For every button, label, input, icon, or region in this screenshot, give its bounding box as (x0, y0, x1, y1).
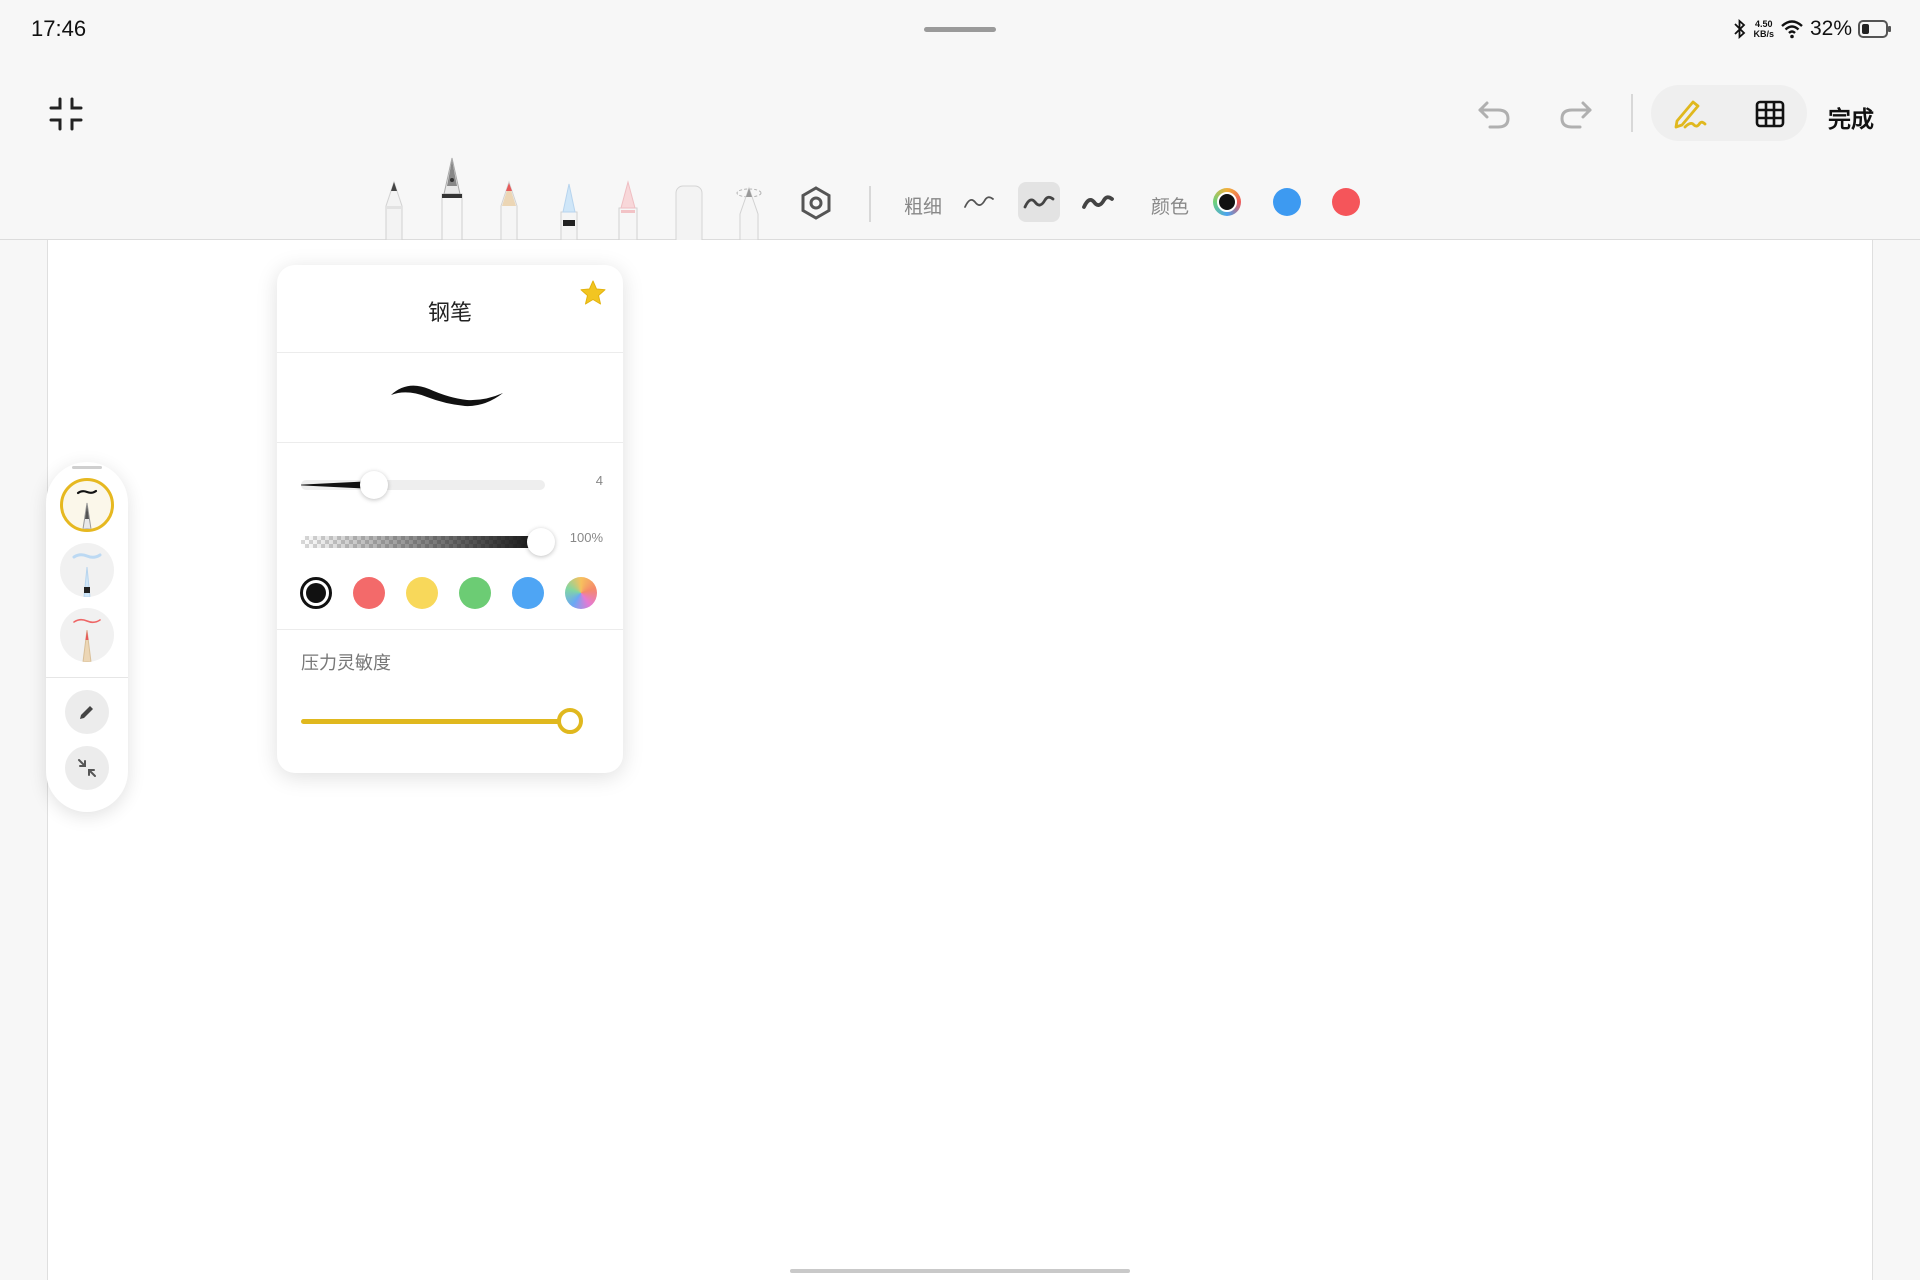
stroke-preview (391, 385, 503, 407)
battery-percent: 32% (1809, 17, 1852, 40)
done-button[interactable]: 完成 (1828, 100, 1874, 134)
edit-pencil-icon (80, 706, 93, 719)
battery-icon (1858, 20, 1891, 38)
toolbar-bottom-border (0, 239, 1920, 240)
side-fountain-pen-button[interactable] (60, 478, 114, 532)
size-value: 4 (595, 473, 603, 488)
status-time: 17:46 (31, 16, 87, 41)
stroke-thin-icon (964, 196, 994, 208)
network-speed-unit: KB/s (1753, 29, 1774, 39)
pressure-slider-knob[interactable] (557, 708, 583, 734)
side-marker-button[interactable] (60, 543, 114, 597)
marker-tool[interactable] (558, 182, 580, 240)
quick-color-blue[interactable] (1273, 188, 1301, 216)
popup-separator (277, 442, 623, 443)
ballpoint-pen-tool[interactable] (383, 180, 405, 240)
color-label: 颜色 (1151, 197, 1190, 218)
hexagon-settings-icon (801, 186, 831, 220)
star-icon (580, 280, 606, 305)
collapse-icon (49, 97, 83, 131)
pencil-icon (73, 618, 101, 662)
stroke-thick-icon (1082, 195, 1114, 209)
side-shrink-button[interactable] (65, 746, 109, 790)
battery-level (1862, 24, 1870, 34)
pressure-sensitivity-label: 压力灵敏度 (301, 653, 391, 673)
swatch-blue[interactable] (512, 577, 544, 609)
fountain-pen-tool[interactable] (438, 156, 466, 240)
swatch-red[interactable] (353, 577, 385, 609)
home-indicator[interactable] (790, 1269, 1130, 1273)
popup-separator (277, 629, 623, 630)
redo-icon (1560, 101, 1592, 129)
undo-icon (1478, 101, 1510, 129)
opacity-value: 100% (569, 530, 603, 545)
side-panel-divider (46, 677, 128, 678)
highlighter-tool[interactable] (616, 180, 640, 240)
side-panel-handle[interactable] (72, 466, 102, 469)
lasso-tool[interactable] (734, 184, 764, 240)
status-icons: 4.50 KB/s 32% (1733, 15, 1891, 43)
pressure-sensitivity-slider[interactable] (301, 705, 585, 737)
shrink-arrows-icon (78, 759, 96, 777)
toolbar-divider (869, 186, 871, 222)
side-pencil-button[interactable] (60, 608, 114, 662)
grid-icon (1755, 100, 1785, 128)
bluetooth-icon (1734, 19, 1746, 39)
swatch-green[interactable] (459, 577, 491, 609)
quick-color-black[interactable] (1213, 188, 1241, 216)
quick-color-red[interactable] (1332, 188, 1360, 216)
swatch-yellow[interactable] (406, 577, 438, 609)
stroke-medium-icon (1023, 195, 1055, 209)
popup-separator (277, 352, 623, 353)
handwriting-pen-icon (1674, 100, 1707, 129)
wifi-icon (1781, 20, 1803, 39)
popup-title: 钢笔 (427, 300, 472, 325)
network-speed-value: 4.50 (1754, 19, 1773, 29)
fountain-pen-icon (76, 489, 98, 529)
stroke-medium-button[interactable] (1018, 182, 1060, 222)
stroke-thin-button[interactable] (958, 182, 1000, 222)
pen-settings-popup: 钢笔 4 100% 压力灵敏度 (277, 265, 623, 773)
swatch-black[interactable] (300, 577, 332, 609)
pressure-slider-track (301, 719, 561, 724)
eraser-tool[interactable] (674, 184, 704, 240)
grid-mode-button[interactable] (1744, 88, 1796, 140)
header-divider (1631, 94, 1633, 132)
marker-icon (72, 553, 102, 597)
side-edit-button[interactable] (65, 690, 109, 734)
opacity-slider[interactable] (301, 526, 555, 556)
stroke-thick-button[interactable] (1077, 182, 1119, 222)
thickness-label: 粗细 (904, 197, 943, 218)
opacity-slider-track (301, 536, 541, 548)
side-pen-panel (46, 462, 128, 812)
redo-button[interactable] (1550, 88, 1602, 140)
network-speed: 4.50 KB/s (1753, 19, 1774, 39)
favorite-button[interactable] (579, 279, 607, 307)
size-slider[interactable] (301, 470, 545, 500)
handwriting-mode-button[interactable] (1664, 88, 1716, 140)
pencil-tool[interactable] (498, 180, 520, 240)
size-slider-knob[interactable] (360, 471, 389, 499)
window-drag-handle[interactable] (924, 27, 996, 32)
swatch-custom-color[interactable] (565, 577, 597, 609)
undo-button[interactable] (1468, 88, 1520, 140)
tool-settings-button[interactable] (797, 184, 835, 222)
collapse-fullscreen-button[interactable] (44, 92, 88, 136)
